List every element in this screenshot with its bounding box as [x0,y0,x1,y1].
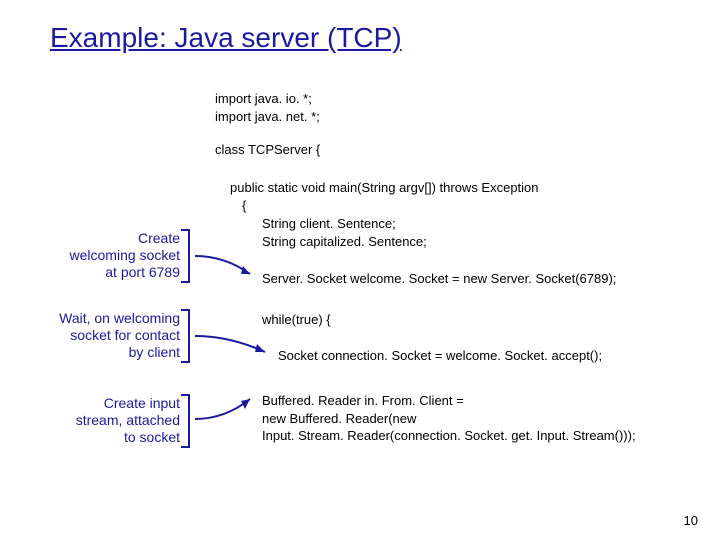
annot-line: at port 6789 [15,264,180,281]
annot-line: socket for contact [10,327,180,344]
arrow-icon [195,395,265,423]
annot-line: to socket [40,429,180,446]
import-line: import java. io. *; [215,90,320,108]
class-declaration: class TCPServer { [215,142,320,157]
buffered-reader-block: Buffered. Reader in. From. Client = new … [262,392,636,445]
import-line: import java. net. *; [215,108,320,126]
bracket-icon [181,228,191,284]
annotation-wait-contact: Wait, on welcoming socket for contact by… [10,310,180,360]
bracket-icon [181,393,191,449]
code-line: new Buffered. Reader(new [262,410,636,428]
code-line: Buffered. Reader in. From. Client = [262,392,636,410]
annotation-create-welcoming: Create welcoming socket at port 6789 [15,230,180,280]
while-line: while(true) { [262,312,331,327]
page-number: 10 [684,513,698,528]
welcome-socket-line: Server. Socket welcome. Socket = new Ser… [262,271,616,286]
string-decls: String client. Sentence; String capitali… [262,215,427,250]
code-line: String capitalized. Sentence; [262,233,427,251]
imports-block: import java. io. *; import java. net. *; [215,90,320,125]
bracket-icon [181,308,191,364]
connection-socket-line: Socket connection. Socket = welcome. Soc… [278,348,602,363]
annot-line: Wait, on welcoming [10,310,180,327]
code-line: Input. Stream. Reader(connection. Socket… [262,427,636,445]
arrow-icon [195,252,265,280]
annot-line: Create input [40,395,180,412]
annot-line: welcoming socket [15,247,180,264]
code-line: String client. Sentence; [262,215,427,233]
annot-line: Create [15,230,180,247]
arrow-icon [195,330,277,358]
slide-title: Example: Java server (TCP) [50,22,402,54]
open-brace: { [242,198,246,213]
annotation-input-stream: Create input stream, attached to socket [40,395,180,445]
main-signature: public static void main(String argv[]) t… [230,180,539,195]
annot-line: by client [10,344,180,361]
annot-line: stream, attached [40,412,180,429]
